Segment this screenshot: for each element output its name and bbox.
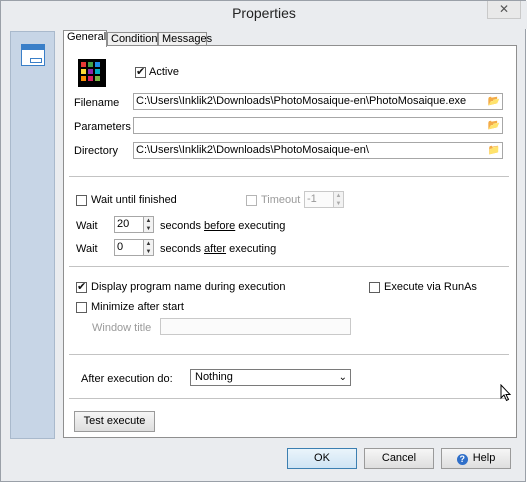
execute-runas-checkbox[interactable] xyxy=(369,282,380,293)
close-icon: ✕ xyxy=(498,2,510,16)
test-execute-button[interactable]: Test execute xyxy=(74,411,155,432)
folder-open-icon[interactable]: 📂 xyxy=(487,96,501,108)
after-execution-label: After execution do: xyxy=(81,373,173,385)
active-label: Active xyxy=(149,66,179,78)
ok-button[interactable]: OK xyxy=(287,448,357,469)
parameters-label: Parameters xyxy=(74,121,131,133)
wait-before-label: Wait xyxy=(76,220,98,232)
sidebar xyxy=(10,31,55,439)
timeout-checkbox[interactable] xyxy=(246,195,257,206)
cancel-button[interactable]: Cancel xyxy=(364,448,434,469)
general-panel: Active Filename C:\Users\Inklik2\Downloa… xyxy=(63,45,517,438)
after-execution-select[interactable]: Nothing ⌄ xyxy=(190,369,351,386)
tab-messages[interactable]: Messages xyxy=(158,32,212,46)
tab-general[interactable]: General xyxy=(63,30,107,47)
separator xyxy=(69,354,509,355)
wait-until-finished-checkbox[interactable] xyxy=(76,195,87,206)
wait-after-label: Wait xyxy=(76,243,98,255)
directory-field[interactable]: C:\Users\Inklik2\Downloads\PhotoMosaique… xyxy=(133,142,503,159)
mouse-cursor-icon xyxy=(500,384,512,402)
window-title: Properties xyxy=(232,5,296,21)
after-execution-value: Nothing xyxy=(195,371,233,383)
wait-after-field[interactable]: 0 xyxy=(114,239,144,256)
before-executing-text: seconds before executing xyxy=(160,220,286,232)
folder-icon[interactable]: 📁 xyxy=(487,145,501,157)
execute-runas-label: Execute via RunAs xyxy=(384,281,477,293)
display-name-checkbox[interactable] xyxy=(76,280,87,293)
chevron-down-icon: ⌄ xyxy=(338,372,347,383)
program-icon xyxy=(78,59,106,87)
separator xyxy=(69,266,509,267)
active-checkbox[interactable] xyxy=(135,65,146,78)
timeout-field[interactable]: -1 xyxy=(304,191,334,208)
window-title-label: Window title xyxy=(92,322,152,334)
after-executing-text: seconds after executing xyxy=(160,243,277,255)
filename-field[interactable]: C:\Users\Inklik2\Downloads\PhotoMosaique… xyxy=(133,93,503,110)
help-button[interactable]: ? Help xyxy=(441,448,511,469)
wait-until-finished-label: Wait until finished xyxy=(91,194,177,206)
help-label: Help xyxy=(472,452,496,464)
separator xyxy=(69,176,509,177)
help-icon: ? xyxy=(456,454,468,465)
minimize-label: Minimize after start xyxy=(91,301,184,313)
parameters-field[interactable] xyxy=(133,117,503,134)
folder-open-icon[interactable]: 📂 xyxy=(487,120,501,132)
display-name-label: Display program name during execution xyxy=(91,281,286,293)
properties-window: Properties ✕ General Conditions Messages… xyxy=(0,0,527,482)
wait-before-field[interactable]: 20 xyxy=(114,216,144,233)
close-button[interactable]: ✕ xyxy=(487,1,521,19)
title-bar: Properties ✕ xyxy=(1,1,527,29)
timeout-label: Timeout xyxy=(261,194,301,206)
wait-before-stepper[interactable]: ▲ ▼ xyxy=(144,216,154,233)
wait-after-stepper[interactable]: ▲ ▼ xyxy=(144,239,154,256)
separator xyxy=(69,398,509,399)
minimize-checkbox[interactable] xyxy=(76,302,87,313)
timeout-stepper[interactable]: ▲ ▼ xyxy=(334,191,344,208)
window-icon[interactable] xyxy=(21,44,45,66)
directory-label: Directory xyxy=(74,145,119,157)
tab-conditions[interactable]: Conditions xyxy=(107,32,163,46)
window-title-field[interactable] xyxy=(160,318,351,335)
filename-label: Filename xyxy=(74,97,120,109)
